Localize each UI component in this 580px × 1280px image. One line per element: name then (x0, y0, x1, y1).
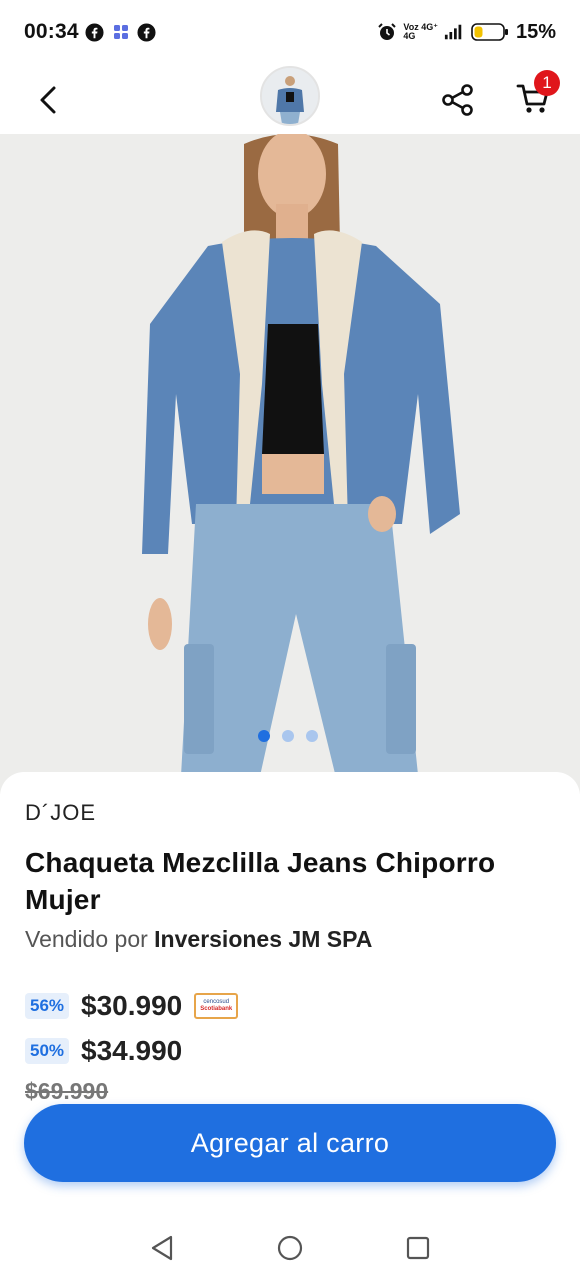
status-left: 00:34 (24, 20, 157, 44)
system-back-button[interactable] (147, 1233, 177, 1263)
status-time: 00:34 (24, 20, 79, 43)
internet-discount-badge: 50% (25, 1038, 70, 1064)
product-title: Chaqueta Mezclilla Jeans Chiporro Mujer (25, 847, 496, 915)
network-line2: 4G (403, 31, 416, 41)
facebook-icon (137, 22, 157, 42)
back-button[interactable] (28, 80, 68, 120)
circle-home-icon (277, 1235, 303, 1261)
system-home-button[interactable] (275, 1233, 305, 1263)
triangle-back-icon (151, 1235, 173, 1261)
facebook-icon (85, 22, 105, 42)
internet-price-row: 50% $34.990 (25, 1035, 182, 1067)
product-photo (0, 134, 580, 794)
share-button[interactable] (436, 78, 480, 122)
top-nav: 1 (0, 64, 580, 134)
battery-icon (470, 22, 510, 42)
sold-by: Vendido por Inversiones JM SPA (25, 926, 372, 953)
carousel-dots (258, 730, 318, 742)
battery-percent: 15% (515, 20, 556, 43)
cart-button[interactable]: 1 (508, 70, 560, 124)
carousel-dot[interactable] (282, 730, 294, 742)
chevron-left-icon (40, 86, 56, 114)
system-recents-button[interactable] (403, 1233, 433, 1263)
normal-price: $69.990 (25, 1078, 109, 1104)
signal-icon (444, 22, 464, 42)
status-right: Voz 4G⁺ 4G 15% (377, 21, 556, 44)
cart-count-badge: 1 (534, 70, 560, 96)
internet-price: $34.990 (81, 1035, 183, 1066)
system-nav-bar (0, 1216, 580, 1280)
cencosud-card-logo: cencosud Scotiabank (194, 993, 239, 1019)
sold-by-prefix: Vendido por (25, 926, 155, 952)
card-logo-line1: cencosud (203, 999, 230, 1005)
alarm-icon (377, 22, 397, 42)
add-to-cart-button[interactable]: Agregar al carro (24, 1104, 556, 1182)
carousel-dot[interactable] (306, 730, 318, 742)
brand-name[interactable]: D´JOE (25, 800, 96, 826)
square-recents-icon (406, 1236, 430, 1260)
product-image[interactable] (0, 134, 580, 794)
card-price-row: 56% $30.990 cencosud Scotiabank (25, 990, 239, 1022)
product-thumbnail[interactable] (260, 66, 320, 126)
apps-grid-icon (111, 22, 131, 42)
share-icon (442, 84, 473, 116)
add-to-cart-label: Agregar al carro (190, 1127, 390, 1158)
card-logo-line2: Scotiabank (200, 1006, 233, 1012)
card-discount-badge: 56% (25, 993, 70, 1019)
network-label: Voz 4G⁺ 4G (403, 23, 438, 41)
status-bar: 00:34 Voz 4G⁺ 4G 15% (0, 0, 580, 64)
seller-name[interactable]: Inversiones JM SPA (154, 926, 372, 952)
card-price: $30.990 (81, 990, 183, 1021)
carousel-dot[interactable] (258, 730, 270, 742)
